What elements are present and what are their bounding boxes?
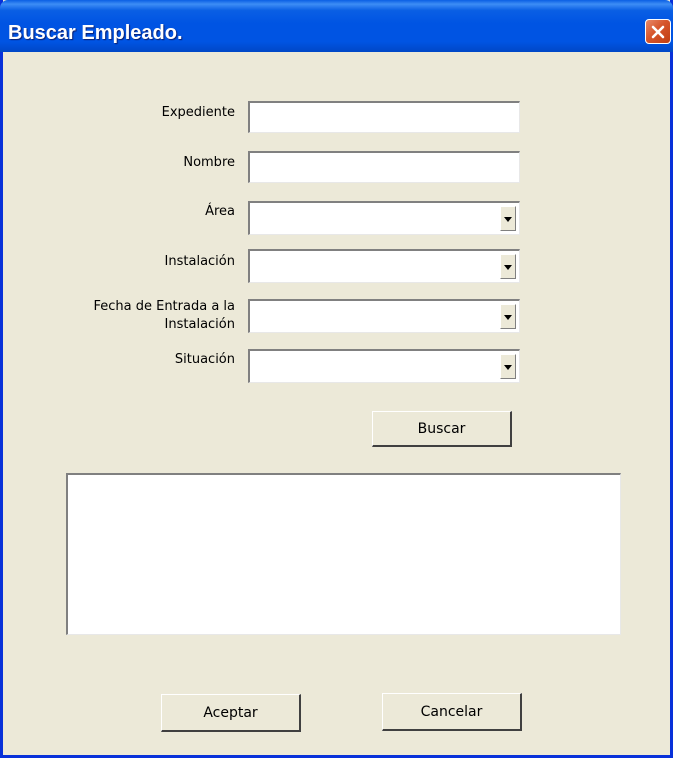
area-dropdown-button[interactable] [500,206,516,231]
close-button[interactable] [645,19,671,44]
instalacion-label: Instalación [164,254,235,269]
chevron-down-icon [504,216,512,222]
expediente-input[interactable] [248,101,520,133]
chevron-down-icon [504,264,512,270]
results-list[interactable] [66,473,621,635]
fecha-entrada-label-line2: Instalación [164,317,235,332]
nombre-label: Nombre [183,155,235,170]
accept-button[interactable]: Aceptar [161,694,301,732]
search-employee-dialog: Buscar Empleado. Expediente Nombre Área … [0,0,673,758]
fecha-entrada-label: Fecha de Entrada a la Instalación [43,298,235,334]
expediente-label: Expediente [161,105,235,120]
fecha-entrada-select[interactable] [248,299,520,333]
area-select[interactable] [248,201,520,235]
situacion-dropdown-button[interactable] [500,354,516,379]
situacion-select[interactable] [248,349,520,383]
window-title: Buscar Empleado. [8,22,183,44]
instalacion-select[interactable] [248,249,520,283]
chevron-down-icon [504,314,512,320]
title-bar[interactable]: Buscar Empleado. [0,0,673,52]
fecha-entrada-label-line1: Fecha de Entrada a la [93,299,235,314]
fecha-entrada-dropdown-button[interactable] [500,304,516,329]
situacion-label: Situación [174,352,235,367]
chevron-down-icon [504,364,512,370]
nombre-input[interactable] [248,151,520,183]
area-label: Área [205,204,235,219]
cancel-button[interactable]: Cancelar [382,693,522,731]
close-icon [651,25,665,39]
instalacion-dropdown-button[interactable] [500,254,516,279]
search-button[interactable]: Buscar [372,411,512,447]
